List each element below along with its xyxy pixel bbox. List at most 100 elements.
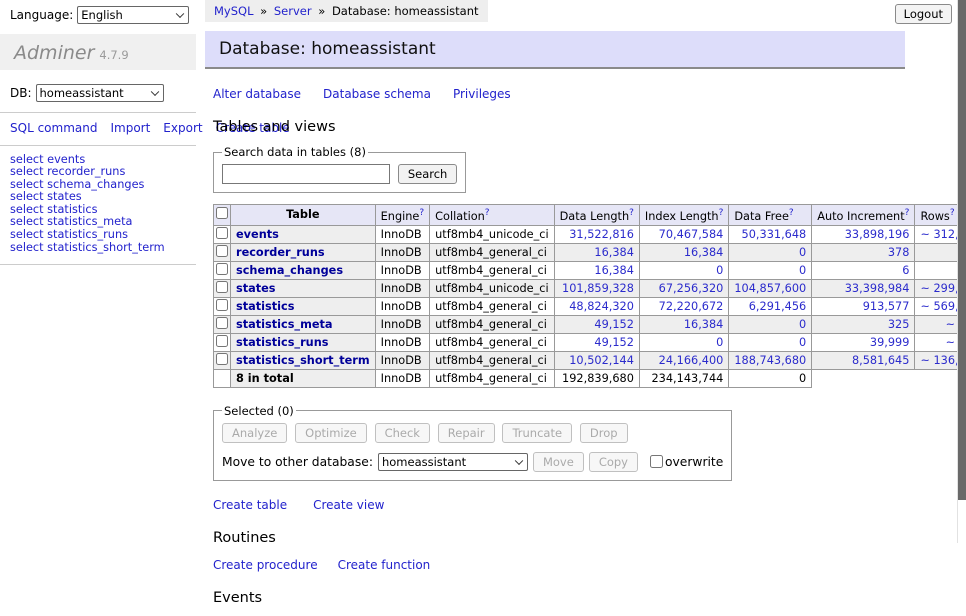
table-name-cell: statistics_meta: [231, 315, 376, 333]
column-help-link[interactable]: ?: [950, 208, 955, 218]
column-help-link[interactable]: ?: [629, 208, 634, 218]
sidebar-item-select-statistics-runs[interactable]: select statistics_runs: [10, 229, 186, 242]
row-checkbox[interactable]: [216, 227, 228, 239]
row-checkbox[interactable]: [216, 263, 228, 275]
create-procedure-link[interactable]: Create procedure: [213, 558, 318, 572]
scrollbar[interactable]: [957, 0, 966, 543]
check-button[interactable]: Check: [375, 423, 430, 443]
index-length-cell: 0: [639, 261, 728, 279]
scrollbar-thumb[interactable]: [958, 0, 966, 500]
overwrite-checkbox[interactable]: [650, 455, 663, 468]
language-label: Language:: [10, 8, 73, 22]
brand-banner: Adminer4.7.9: [0, 34, 196, 70]
sidebar-item-select-recorder-runs[interactable]: select recorder_runs: [10, 166, 186, 179]
sidebar-link-sql-command[interactable]: SQL command: [10, 121, 97, 135]
table-link[interactable]: statistics: [236, 300, 294, 313]
create-view-link[interactable]: Create view: [313, 498, 384, 512]
data-length-cell: 48,824,320: [554, 297, 639, 315]
alter-database-link[interactable]: Alter database: [213, 87, 301, 101]
data-free-cell: 188,743,680: [729, 351, 812, 369]
table-name-cell: statistics_runs: [231, 333, 376, 351]
auto-increment-cell: 33,398,984: [812, 279, 915, 297]
logout-button[interactable]: Logout: [895, 4, 952, 24]
table-row-events: events InnoDB utf8mb4_unicode_ci 31,522,…: [214, 225, 966, 243]
sidebar-item-select-states[interactable]: select states: [10, 191, 186, 204]
breadcrumb-link-mysql[interactable]: MySQL: [214, 4, 254, 18]
breadcrumb: MySQL » Server » Database: homeassistant: [205, 0, 488, 22]
column-help-link[interactable]: ?: [905, 208, 910, 218]
table-row-statistics-short-term: statistics_short_term InnoDB utf8mb4_gen…: [214, 351, 966, 369]
auto-increment-cell: 913,577: [812, 297, 915, 315]
analyze-button[interactable]: Analyze: [222, 423, 287, 443]
row-checkbox[interactable]: [216, 245, 228, 257]
row-checkbox[interactable]: [216, 281, 228, 293]
breadcrumb-separator: »: [260, 4, 267, 18]
move-button[interactable]: Move: [533, 452, 584, 472]
optimize-button[interactable]: Optimize: [295, 423, 367, 443]
sidebar-link-export[interactable]: Export: [163, 121, 202, 135]
search-fieldset: Search data in tables (8) Search: [213, 145, 466, 193]
sidebar-item-select-statistics-short-term[interactable]: select statistics_short_term: [10, 242, 186, 255]
copy-button[interactable]: Copy: [589, 452, 638, 472]
breadcrumb-link-server[interactable]: Server: [274, 4, 312, 18]
index-length-cell: 67,256,320: [639, 279, 728, 297]
app-version: 4.7.9: [99, 48, 128, 62]
db-select[interactable]: homeassistant: [36, 84, 164, 102]
column-help-link[interactable]: ?: [789, 208, 794, 218]
table-link[interactable]: schema_changes: [236, 264, 343, 277]
language-select-wrap: English: [73, 6, 189, 24]
create-function-link[interactable]: Create function: [338, 558, 431, 572]
row-checkbox[interactable]: [216, 335, 228, 347]
selected-legend: Selected (0): [222, 404, 296, 418]
select-all-checkbox[interactable]: [216, 207, 228, 219]
move-db-select[interactable]: homeassistant: [378, 453, 528, 471]
search-input[interactable]: [222, 164, 390, 184]
index-length-cell: 24,166,400: [639, 351, 728, 369]
table-link[interactable]: statistics_meta: [236, 318, 333, 331]
row-checkbox[interactable]: [216, 353, 228, 365]
database-schema-link[interactable]: Database schema: [323, 87, 431, 101]
engine-cell: InnoDB: [375, 351, 430, 369]
engine-cell: InnoDB: [375, 297, 430, 315]
table-row-schema-changes: schema_changes InnoDB utf8mb4_general_ci…: [214, 261, 966, 279]
engine-cell: InnoDB: [375, 333, 430, 351]
data-length-cell: 31,522,816: [554, 225, 639, 243]
table-header-row: Table Engine? Collation? Data Length? In…: [214, 205, 966, 226]
row-checkbox[interactable]: [216, 299, 228, 311]
privileges-link[interactable]: Privileges: [453, 87, 511, 101]
collation-cell: utf8mb4_general_ci: [430, 243, 554, 261]
column-help-link[interactable]: ?: [485, 208, 490, 218]
auto-increment-cell: 6: [812, 261, 915, 279]
truncate-button[interactable]: Truncate: [502, 423, 572, 443]
drop-button[interactable]: Drop: [580, 423, 628, 443]
selected-buttons-row: Analyze Optimize Check Repair Truncate D…: [222, 423, 723, 443]
table-row-states: states InnoDB utf8mb4_unicode_ci 101,859…: [214, 279, 966, 297]
main-content: MySQL » Server » Database: homeassistant…: [205, 0, 905, 616]
table-name-cell: schema_changes: [231, 261, 376, 279]
table-link[interactable]: events: [236, 228, 279, 241]
table-link[interactable]: statistics_short_term: [236, 354, 370, 367]
create-table-link[interactable]: Create table: [213, 498, 287, 512]
tables-list: Table Engine? Collation? Data Length? In…: [213, 204, 966, 388]
table-link[interactable]: states: [236, 282, 276, 295]
data-free-cell: 0: [729, 243, 812, 261]
column-help-link[interactable]: ?: [719, 208, 724, 218]
table-link[interactable]: statistics_runs: [236, 336, 328, 349]
column-help-link[interactable]: ?: [419, 208, 424, 218]
table-link[interactable]: recorder_runs: [236, 246, 325, 259]
data-length-cell: 101,859,328: [554, 279, 639, 297]
table-row-statistics-meta: statistics_meta InnoDB utf8mb4_general_c…: [214, 315, 966, 333]
data-free-cell: 104,857,600: [729, 279, 812, 297]
repair-button[interactable]: Repair: [438, 423, 495, 443]
breadcrumb-current: Database: homeassistant: [332, 4, 479, 18]
engine-cell: InnoDB: [375, 261, 430, 279]
search-button[interactable]: Search: [398, 164, 458, 184]
total-collation: utf8mb4_general_ci: [430, 369, 554, 387]
table-row-statistics-runs: statistics_runs InnoDB utf8mb4_general_c…: [214, 333, 966, 351]
db-select-row: DB:homeassistant: [10, 84, 196, 102]
language-row: Language: English: [0, 0, 196, 24]
row-checkbox[interactable]: [216, 317, 228, 329]
move-label: Move to other database:: [222, 455, 373, 469]
sidebar-link-import[interactable]: Import: [110, 121, 150, 135]
language-select[interactable]: English: [77, 6, 189, 24]
